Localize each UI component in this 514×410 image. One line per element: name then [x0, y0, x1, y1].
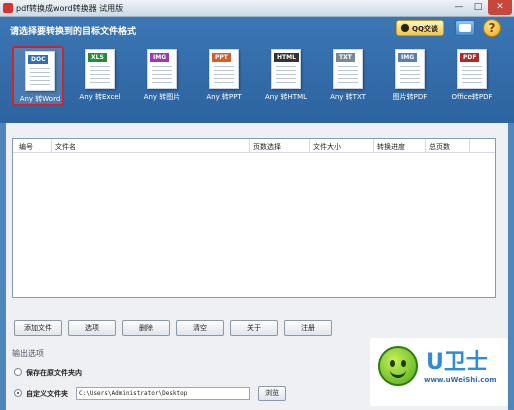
question-mark-icon: ?: [488, 21, 496, 35]
column-header-total-pages[interactable]: 总页数: [429, 142, 450, 152]
tile-label: 图片转PDF: [392, 93, 428, 101]
output-path-input[interactable]: C:\Users\Administrator\Desktop: [76, 387, 250, 400]
watermark-logo: U卫士 www.uWeiShi.com: [370, 338, 508, 406]
column-header-page-select[interactable]: 页数选择: [253, 142, 281, 152]
qq-chat-button[interactable]: QQ交谈: [396, 20, 444, 36]
tile-tag: PDF: [460, 53, 480, 62]
column-header-index[interactable]: 编号: [19, 142, 33, 152]
column-header-progress[interactable]: 转换进度: [377, 142, 405, 152]
speech-bubble-icon: [459, 24, 471, 32]
column-header-filename[interactable]: 文件名: [55, 142, 76, 152]
tile-any-to-word[interactable]: DOC Any 转Word: [12, 46, 64, 106]
custom-folder-radio[interactable]: [14, 389, 22, 397]
watermark-text: U卫士: [426, 350, 488, 375]
qq-penguin-icon: [400, 23, 410, 33]
custom-folder-label: 自定义文件夹: [26, 390, 68, 398]
tile-label: Any 转图片: [143, 93, 181, 101]
tile-tag: IMG: [398, 53, 418, 62]
keep-original-label: 保存在原文件夹内: [26, 369, 82, 377]
tile-label: Office转PDF: [451, 93, 493, 101]
app-window: pdf转换成word转换器 试用版 — □ ✕ 请选择要转换到的目标文件格式 Q…: [0, 0, 514, 410]
word-document-icon: DOC: [25, 51, 55, 91]
tile-label: Any 转TXT: [330, 93, 366, 101]
tile-any-to-image[interactable]: IMG Any 转图片: [136, 46, 188, 106]
message-button[interactable]: [455, 20, 475, 36]
image-document-icon: IMG: [147, 49, 177, 89]
html-document-icon: HTML: [271, 49, 301, 89]
format-heading: 请选择要转换到的目标文件格式: [10, 27, 137, 37]
maximize-button[interactable]: □: [469, 0, 487, 15]
tile-any-to-excel[interactable]: XLS Any 转Excel: [74, 46, 126, 106]
image-document-icon: IMG: [395, 49, 425, 89]
tile-image-to-pdf[interactable]: IMG 图片转PDF: [384, 46, 436, 106]
watermark-url: www.uWeiShi.com: [424, 376, 497, 384]
tile-any-to-html[interactable]: HTML Any 转HTML: [260, 46, 312, 106]
tile-label: Any 转Excel: [79, 93, 121, 101]
minimize-button[interactable]: —: [450, 0, 468, 15]
options-button[interactable]: 选项: [68, 320, 116, 336]
add-file-button[interactable]: 添加文件: [14, 320, 62, 336]
tile-tag: XLS: [88, 53, 107, 62]
close-button[interactable]: ✕: [488, 0, 512, 15]
ppt-document-icon: PPT: [209, 49, 239, 89]
tile-tag: PPT: [212, 53, 231, 62]
tile-tag: HTML: [274, 53, 299, 62]
tile-any-to-ppt[interactable]: PPT Any 转PPT: [198, 46, 250, 106]
about-button[interactable]: 关于: [230, 320, 278, 336]
tile-tag: TXT: [336, 53, 355, 62]
browse-button[interactable]: 浏览: [258, 386, 286, 401]
column-header-file-size[interactable]: 文件大小: [313, 142, 341, 152]
tile-any-to-txt[interactable]: TXT Any 转TXT: [322, 46, 374, 106]
register-button[interactable]: 注册: [284, 320, 332, 336]
delete-button[interactable]: 删除: [122, 320, 170, 336]
txt-document-icon: TXT: [333, 49, 363, 89]
help-button[interactable]: ?: [483, 19, 501, 37]
tile-tag: DOC: [28, 55, 49, 64]
format-header: 请选择要转换到的目标文件格式 QQ交谈 ? DOC Any 转Word XLS …: [0, 17, 514, 123]
smiley-face-icon: [378, 346, 418, 386]
output-options-title: 输出选项: [12, 349, 44, 358]
tile-label: Any 转HTML: [264, 93, 308, 101]
tile-label: Any 转PPT: [206, 93, 242, 101]
file-table[interactable]: 编号 文件名 页数选择 文件大小 转换进度 总页数: [12, 138, 496, 298]
qq-chat-label: QQ交谈: [412, 25, 438, 33]
table-header: 编号 文件名 页数选择 文件大小 转换进度 总页数: [13, 139, 495, 153]
tile-label: Any 转Word: [19, 95, 61, 103]
pdf-document-icon: PDF: [457, 49, 487, 89]
window-title: pdf转换成word转换器 试用版: [16, 4, 124, 13]
tile-office-to-pdf[interactable]: PDF Office转PDF: [446, 46, 498, 106]
keep-original-radio[interactable]: [14, 368, 22, 376]
app-icon: [3, 3, 13, 13]
tile-tag: IMG: [150, 53, 170, 62]
excel-document-icon: XLS: [85, 49, 115, 89]
title-bar: pdf转换成word转换器 试用版 — □ ✕: [0, 0, 514, 17]
clear-button[interactable]: 清空: [176, 320, 224, 336]
